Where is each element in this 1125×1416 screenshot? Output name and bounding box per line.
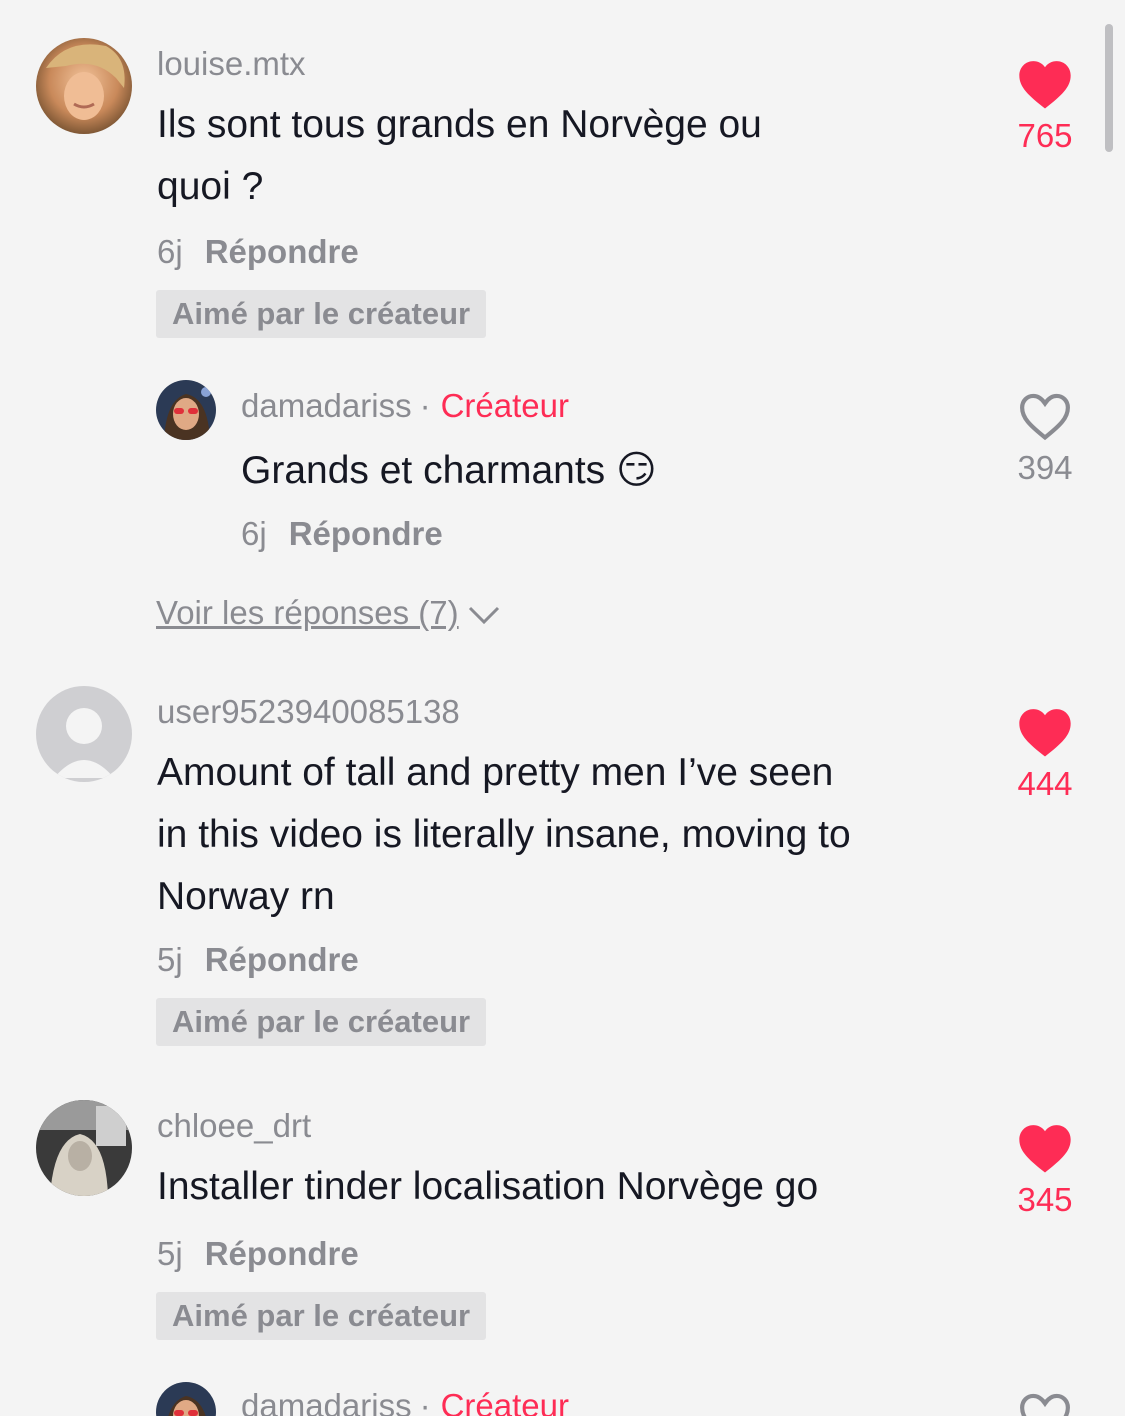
like-button[interactable]: 345 xyxy=(1005,1122,1085,1220)
liked-by-creator-badge: Aimé par le créateur xyxy=(156,1292,487,1340)
like-count: 345 xyxy=(1017,1181,1073,1218)
reply-meta: 6j Répondre xyxy=(241,514,443,554)
like-count: 765 xyxy=(1017,117,1073,154)
comment-text: Installer tinder localisation Norvège go xyxy=(157,1156,957,1218)
comment-meta: 6j Répondre xyxy=(157,232,359,272)
reply-username[interactable]: damadariss xyxy=(241,1387,412,1416)
comment-age: 5j xyxy=(157,941,183,978)
separator-dot: · xyxy=(419,1387,431,1416)
like-button[interactable]: 765 xyxy=(1005,58,1085,156)
scrollbar[interactable] xyxy=(1105,24,1113,152)
reply-username[interactable]: damadariss xyxy=(241,387,412,424)
like-button[interactable] xyxy=(1005,1390,1085,1416)
avatar[interactable] xyxy=(36,1100,132,1196)
creator-label: Créateur xyxy=(440,387,569,424)
comments-panel: louise.mtx Ils sont tous grands en Norvè… xyxy=(0,0,1125,1416)
separator-dot: · xyxy=(419,387,431,424)
comment-meta: 5j Répondre xyxy=(157,940,359,980)
reply-header: damadariss · Créateur xyxy=(241,1386,569,1416)
comment-text-line: Norway rn xyxy=(157,875,335,918)
comment-username[interactable]: chloee_drt xyxy=(157,1106,311,1146)
heart-outline-icon xyxy=(1020,393,1070,441)
comment-username[interactable]: louise.mtx xyxy=(157,44,306,84)
avatar[interactable] xyxy=(156,1382,216,1416)
reply-text: Grands et charmants 😏 xyxy=(241,449,657,492)
comment-text: Amount of tall and pretty men I’ve seen … xyxy=(157,742,957,928)
user-placeholder-icon xyxy=(54,708,114,778)
heart-filled-icon xyxy=(1019,709,1071,757)
like-count: 444 xyxy=(1017,765,1073,802)
avatar[interactable] xyxy=(36,686,132,782)
comment-username[interactable]: user9523940085138 xyxy=(157,692,460,732)
reply-button[interactable]: Répondre xyxy=(205,941,359,978)
heart-outline-icon xyxy=(1020,1393,1070,1416)
avatar[interactable] xyxy=(36,38,132,134)
comment-text-line: Ils sont tous grands en Norvège ou xyxy=(157,103,762,146)
liked-by-creator-badge: Aimé par le créateur xyxy=(156,998,487,1046)
comment-text: Ils sont tous grands en Norvège ou quoi … xyxy=(157,94,957,218)
reply-button[interactable]: Répondre xyxy=(205,1235,359,1272)
reply-button[interactable]: Répondre xyxy=(205,233,359,270)
reply-button[interactable]: Répondre xyxy=(289,515,443,552)
avatar[interactable] xyxy=(156,380,216,440)
comment-text-line: Amount of tall and pretty men I’ve seen xyxy=(157,751,834,794)
creator-label: Créateur xyxy=(440,1387,569,1416)
comment-text-line: in this video is literally insane, movin… xyxy=(157,813,851,856)
comment-age: 6j xyxy=(157,233,183,270)
like-count: 394 xyxy=(1017,449,1073,486)
reply-header: damadariss · Créateur xyxy=(241,386,569,426)
heart-filled-icon xyxy=(1019,61,1071,109)
comment-text-line: quoi ? xyxy=(157,165,264,208)
reply-age: 6j xyxy=(241,515,267,552)
chevron-down-icon xyxy=(468,607,499,625)
comment-text-line: Installer tinder localisation Norvège go xyxy=(157,1165,819,1208)
liked-by-creator-badge: Aimé par le créateur xyxy=(156,290,487,338)
view-replies-link[interactable]: Voir les réponses (7) xyxy=(156,592,501,634)
comment-age: 5j xyxy=(157,1235,183,1272)
like-button[interactable]: 444 xyxy=(1005,706,1085,804)
comment-meta: 5j Répondre xyxy=(157,1234,359,1274)
view-replies-label: Voir les réponses (7) xyxy=(156,594,459,631)
heart-filled-icon xyxy=(1019,1125,1071,1173)
like-button[interactable]: 394 xyxy=(1005,390,1085,488)
